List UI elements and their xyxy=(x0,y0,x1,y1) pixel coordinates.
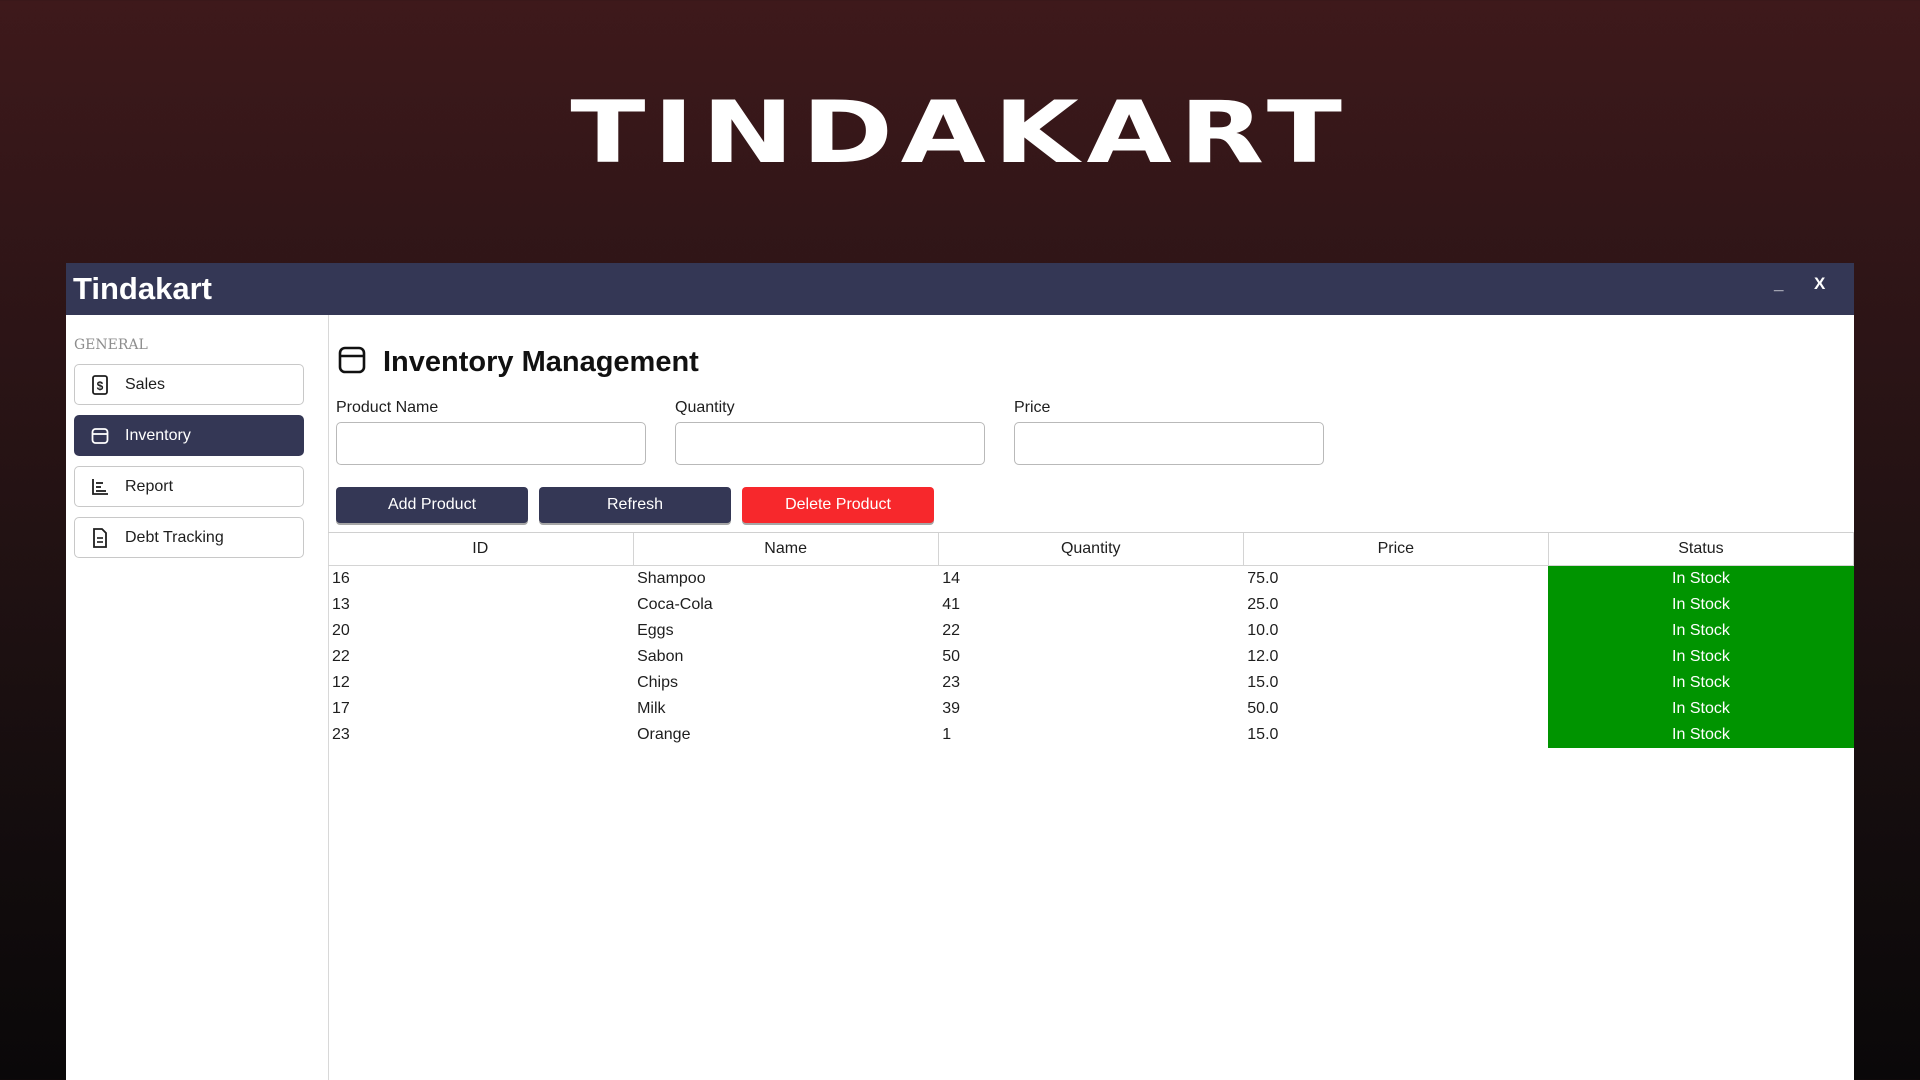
sidebar: GENERAL $ Sales Inventory Report Debt Tr… xyxy=(66,315,329,1080)
product-name-field[interactable] xyxy=(336,422,646,465)
cell-status: In Stock xyxy=(1548,618,1854,644)
table-row[interactable]: 16 Shampoo 14 75.0 In Stock xyxy=(328,565,1854,592)
box-icon xyxy=(337,345,367,379)
app-window: Tindakart _ X GENERAL $ Sales Inventory … xyxy=(66,263,1854,1080)
cell-name: Orange xyxy=(637,726,691,743)
cell-id: 22 xyxy=(332,648,350,665)
app-title: Tindakart xyxy=(73,271,212,306)
column-header-price[interactable]: Price xyxy=(1243,533,1549,566)
page-title: Inventory Management xyxy=(383,345,699,378)
delete-product-button[interactable]: Delete Product xyxy=(742,487,934,523)
table-row[interactable]: 12 Chips 23 15.0 In Stock xyxy=(328,670,1854,696)
sidebar-section-label: GENERAL xyxy=(74,337,148,353)
table-row[interactable]: 20 Eggs 22 10.0 In Stock xyxy=(328,618,1854,644)
cell-price: 50.0 xyxy=(1247,700,1279,717)
box-icon xyxy=(90,426,110,446)
table-row[interactable]: 13 Coca-Cola 41 25.0 In Stock xyxy=(328,592,1854,618)
sidebar-item-label: Debt Tracking xyxy=(125,528,224,546)
hero-title: TINDAKART xyxy=(570,83,1350,183)
quantity-label: Quantity xyxy=(675,399,735,416)
sidebar-item-label: Report xyxy=(125,477,174,495)
table-row[interactable]: 17 Milk 39 50.0 In Stock xyxy=(328,696,1854,722)
add-product-button[interactable]: Add Product xyxy=(336,487,528,523)
column-header-id[interactable]: ID xyxy=(328,533,634,566)
svg-text:$: $ xyxy=(97,379,104,393)
cell-quantity: 23 xyxy=(942,674,960,691)
cell-status: In Stock xyxy=(1548,565,1854,592)
sidebar-item-inventory[interactable]: Inventory xyxy=(74,415,304,456)
quantity-field[interactable] xyxy=(675,422,985,465)
cell-quantity: 41 xyxy=(942,596,960,613)
cell-price: 15.0 xyxy=(1247,726,1279,743)
cell-quantity: 1 xyxy=(942,726,952,743)
sidebar-item-debt-tracking[interactable]: Debt Tracking xyxy=(74,517,304,558)
product-name-label: Product Name xyxy=(336,399,439,416)
refresh-button[interactable]: Refresh xyxy=(539,487,731,523)
cell-name: Milk xyxy=(637,700,666,717)
inventory-table-container: ID Name Quantity Price Status 16 Shampoo… xyxy=(328,532,1854,1080)
cell-status: In Stock xyxy=(1548,670,1854,696)
cell-price: 25.0 xyxy=(1247,596,1279,613)
cell-id: 17 xyxy=(332,700,350,717)
cell-id: 12 xyxy=(332,674,350,691)
cell-price: 10.0 xyxy=(1247,622,1279,639)
table-row[interactable]: 22 Sabon 50 12.0 In Stock xyxy=(328,644,1854,670)
price-field[interactable] xyxy=(1014,422,1324,465)
page-header: Inventory Management xyxy=(337,345,699,379)
cell-status: In Stock xyxy=(1548,696,1854,722)
cell-name: Shampoo xyxy=(637,570,706,587)
column-header-name[interactable]: Name xyxy=(633,533,939,566)
cell-price: 75.0 xyxy=(1247,570,1279,587)
bar-chart-icon xyxy=(90,477,110,497)
cell-price: 15.0 xyxy=(1247,674,1279,691)
main-content: Inventory Management Product Name Quanti… xyxy=(328,315,1854,1080)
document-icon xyxy=(90,527,110,548)
cell-status: In Stock xyxy=(1548,644,1854,670)
cell-quantity: 39 xyxy=(942,700,960,717)
cell-price: 12.0 xyxy=(1247,648,1279,665)
cell-quantity: 50 xyxy=(942,648,960,665)
inventory-table: ID Name Quantity Price Status 16 Shampoo… xyxy=(328,533,1854,748)
cell-id: 23 xyxy=(332,726,350,743)
cell-quantity: 22 xyxy=(942,622,960,639)
column-header-status[interactable]: Status xyxy=(1548,533,1854,566)
table-header-row: ID Name Quantity Price Status xyxy=(328,533,1854,566)
cell-name: Eggs xyxy=(637,622,674,639)
cell-name: Coca-Cola xyxy=(637,596,713,613)
title-bar: Tindakart _ X xyxy=(66,263,1854,315)
cell-quantity: 14 xyxy=(942,570,960,587)
sidebar-item-label: Inventory xyxy=(125,426,191,444)
cell-name: Chips xyxy=(637,674,678,691)
cell-id: 16 xyxy=(332,570,350,587)
sidebar-item-label: Sales xyxy=(125,375,166,393)
column-header-quantity[interactable]: Quantity xyxy=(938,533,1244,566)
cell-id: 20 xyxy=(332,622,350,639)
sidebar-item-report[interactable]: Report xyxy=(74,466,304,507)
cell-name: Sabon xyxy=(637,648,684,665)
price-label: Price xyxy=(1014,399,1051,416)
sidebar-item-sales[interactable]: $ Sales xyxy=(74,364,304,405)
dollar-receipt-icon: $ xyxy=(90,374,110,395)
cell-status: In Stock xyxy=(1548,722,1854,748)
minimize-button[interactable]: _ xyxy=(1774,269,1783,299)
cell-status: In Stock xyxy=(1548,592,1854,618)
close-button[interactable]: X xyxy=(1814,269,1825,299)
cell-id: 13 xyxy=(332,596,350,613)
table-row[interactable]: 23 Orange 1 15.0 In Stock xyxy=(328,722,1854,748)
